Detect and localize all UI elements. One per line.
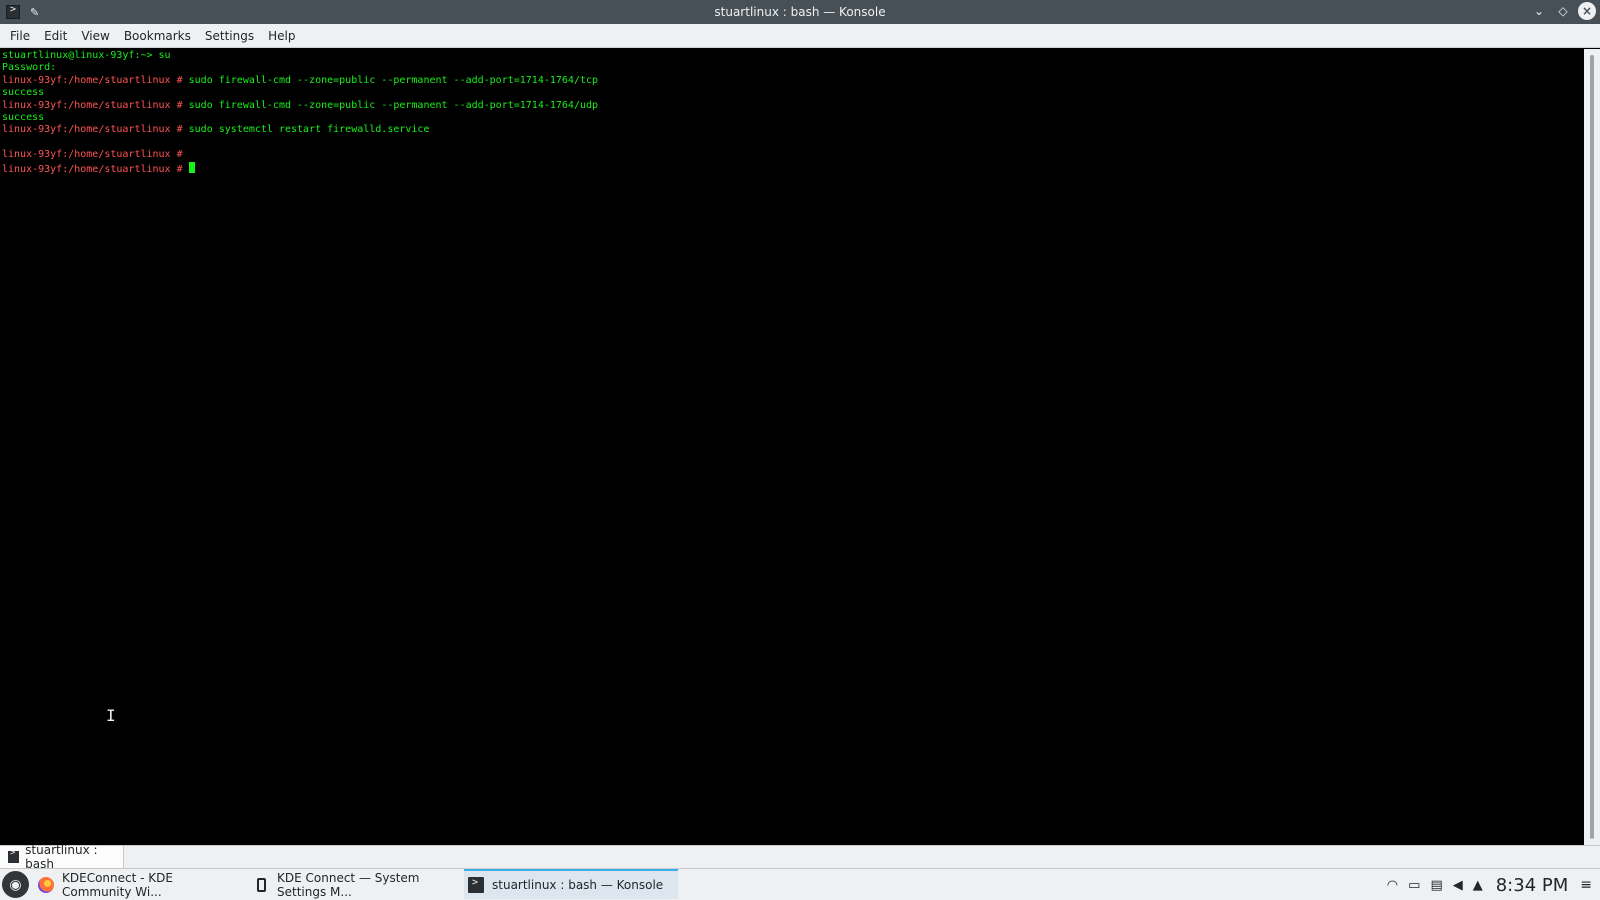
terminal-line: linux-93yf:/home/stuartlinux # [2,149,1582,161]
wifi-icon[interactable]: ◠ [1387,878,1398,893]
terminal-line: Password: [2,62,1582,74]
shell-prompt: linux-93yf:/home/stuartlinux # [2,149,183,161]
menu-help[interactable]: Help [262,29,301,43]
menu-edit[interactable]: Edit [38,29,73,43]
terminal-line: linux-93yf:/home/stuartlinux # sudo fire… [2,75,1582,87]
session-tab[interactable]: stuartlinux : bash [0,843,124,871]
terminal-text: sudo firewall-cmd --zone=public --perman… [188,99,599,111]
menu-bar: File Edit View Bookmarks Settings Help [0,24,1600,48]
panel-menu-icon[interactable]: ≡ [1580,877,1592,893]
konsole-icon [468,877,484,893]
firefox-icon [38,877,54,893]
session-tab-bar: stuartlinux : bash [0,843,1600,871]
konsole-app-icon[interactable] [6,4,20,19]
terminal-text: stuartlinux@linux-93yf:~> su [2,50,171,61]
clipboard-icon[interactable]: ▤ [1430,878,1442,893]
shell-prompt: linux-93yf:/home/stuartlinux # [2,74,189,86]
terminal-line: stuartlinux@linux-93yf:~> su [2,50,1582,62]
terminal-scrollbar[interactable] [1584,49,1600,845]
taskbar-panel: ◉ KDEConnect - KDE Community Wi... KDE C… [0,868,1600,900]
clock[interactable]: 8:34 PM [1496,875,1569,896]
close-button[interactable]: × [1578,2,1596,20]
task-firefox-kdeconnect[interactable]: KDEConnect - KDE Community Wi... [34,871,244,899]
task-label: KDEConnect - KDE Community Wi... [62,871,173,899]
window-title: stuartlinux : bash — Konsole [714,5,886,19]
terminal-text: Password: [2,62,57,74]
task-label: KDE Connect — System Settings M... [277,871,420,899]
scrollbar-thumb[interactable] [1590,55,1594,839]
system-tray: ◠ ▭ ▤ ◀ ▲ 8:34 PM ≡ [1382,869,1600,900]
volume-icon[interactable]: ◀ [1453,878,1463,893]
terminal-text: success [2,87,45,99]
terminal-line: success [2,87,1582,99]
application-launcher-icon[interactable]: ◉ [2,871,29,898]
terminal-icon [8,848,20,863]
terminal-text: sudo systemctl restart firewalld.service [188,124,430,136]
menu-view[interactable]: View [75,29,115,43]
text-cursor-icon: I [106,706,116,725]
terminal-output[interactable]: stuartlinux@linux-93yf:~> su Password: lin… [0,49,1584,845]
menu-settings[interactable]: Settings [199,29,260,43]
task-konsole[interactable]: stuartlinux : bash — Konsole [464,869,678,899]
task-label: stuartlinux : bash — Konsole [492,878,664,892]
terminal-text: success [2,111,45,123]
terminal-line: linux-93yf:/home/stuartlinux # [2,161,1582,175]
menu-file[interactable]: File [4,29,36,43]
battery-icon[interactable]: ▭ [1408,878,1420,893]
terminal-text: sudo firewall-cmd --zone=public --perman… [188,74,599,86]
terminal-cursor [188,161,195,173]
minimize-button[interactable]: ⌄ [1530,2,1548,20]
shell-prompt: linux-93yf:/home/stuartlinux # [2,99,189,111]
pin-icon[interactable]: ✎ [30,6,39,19]
shell-prompt: linux-93yf:/home/stuartlinux # [2,124,189,136]
task-system-settings[interactable]: KDE Connect — System Settings M... [250,871,460,899]
phone-icon [257,878,266,892]
session-tab-label: stuartlinux : bash [25,843,98,871]
window-titlebar[interactable]: ✎ stuartlinux : bash — Konsole ⌄ ◇ × [0,0,1600,24]
terminal-line: linux-93yf:/home/stuartlinux # sudo fire… [2,100,1582,112]
terminal-line: linux-93yf:/home/stuartlinux # sudo syst… [2,124,1582,136]
menu-bookmarks[interactable]: Bookmarks [118,29,197,43]
shell-prompt: linux-93yf:/home/stuartlinux # [2,163,189,175]
maximize-button[interactable]: ◇ [1554,2,1572,20]
terminal-line: success [2,112,1582,124]
expand-tray-icon[interactable]: ▲ [1473,878,1483,893]
